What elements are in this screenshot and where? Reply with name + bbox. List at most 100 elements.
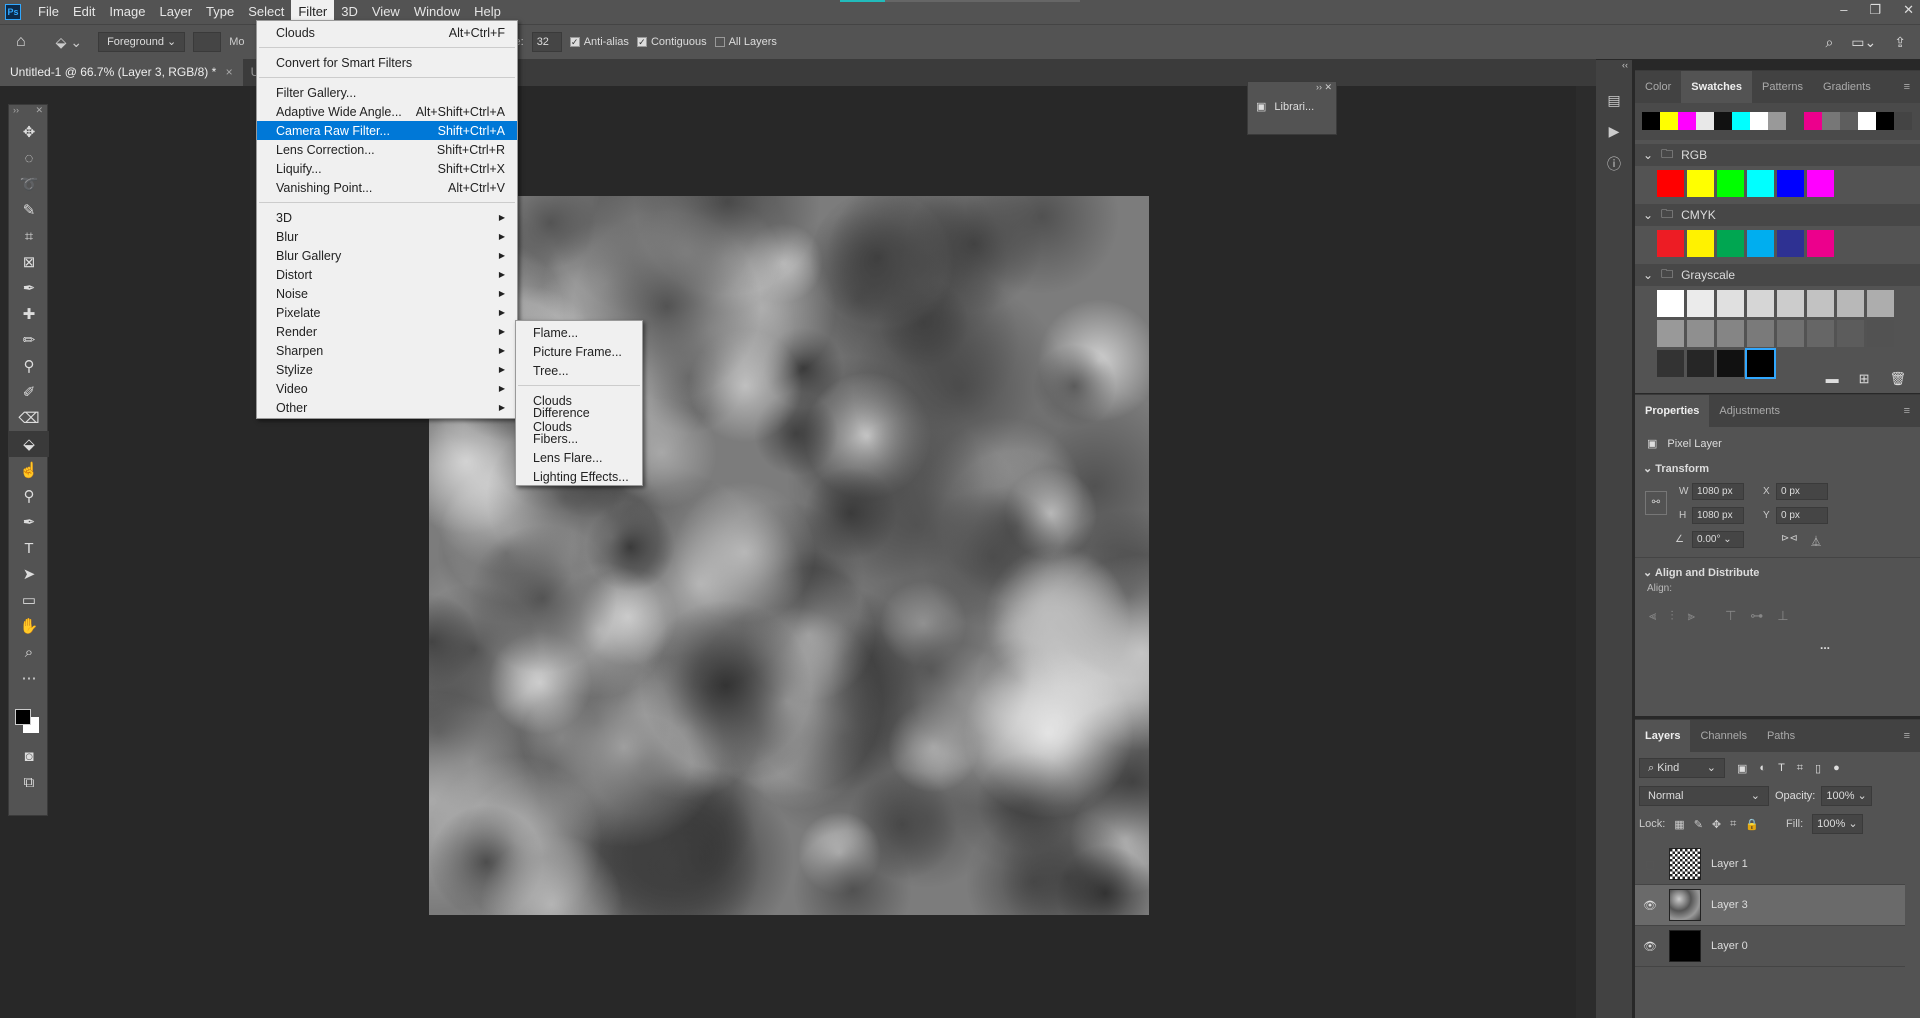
recent-swatch[interactable] bbox=[1786, 112, 1804, 130]
swatch[interactable] bbox=[1717, 320, 1744, 347]
filter-menu-item-sharpen[interactable]: Sharpen ▶ bbox=[257, 341, 517, 360]
libraries-button[interactable]: ▣ Librari... bbox=[1248, 96, 1336, 117]
angle-input[interactable]: 0.00° ⌄ bbox=[1692, 531, 1744, 548]
more-options-button[interactable]: ... bbox=[1635, 638, 1920, 652]
tab-layers[interactable]: Layers bbox=[1635, 720, 1691, 752]
canvas-scrollbar[interactable] bbox=[1576, 86, 1596, 1018]
swatch[interactable] bbox=[1717, 350, 1744, 377]
swatch-group-cmyk[interactable]: ⌄ 🗀 CMYK bbox=[1635, 204, 1920, 226]
smudge-tool-icon[interactable]: ☝ bbox=[9, 457, 49, 483]
filter-menu-item-other[interactable]: Other ▶ bbox=[257, 398, 517, 417]
recent-swatch[interactable] bbox=[1714, 112, 1732, 130]
swatch[interactable] bbox=[1657, 170, 1684, 197]
panel-menu-icon[interactable]: ≡ bbox=[1894, 71, 1920, 103]
more-tool-icon[interactable]: ⋯ bbox=[9, 665, 49, 691]
swatch[interactable] bbox=[1717, 290, 1744, 317]
swatch[interactable] bbox=[1687, 230, 1714, 257]
move-tool-icon[interactable]: ✥ bbox=[9, 119, 49, 145]
tolerance-input[interactable]: 32 bbox=[531, 32, 562, 52]
filter-menu-item-stylize[interactable]: Stylize ▶ bbox=[257, 360, 517, 379]
flip-horizontal-icon[interactable]: ⊳⊲ bbox=[1781, 533, 1798, 544]
all-layers-checkbox[interactable]: All Layers bbox=[714, 36, 777, 48]
filter-menu-item-render[interactable]: Render ▶ bbox=[257, 322, 517, 341]
recent-swatch[interactable] bbox=[1894, 112, 1912, 130]
swatch[interactable] bbox=[1867, 290, 1894, 317]
swatch[interactable] bbox=[1807, 290, 1834, 317]
lock-all-icon[interactable]: 🔒 bbox=[1745, 818, 1759, 831]
swatch[interactable] bbox=[1747, 320, 1774, 347]
anti-alias-checkbox[interactable]: ✓ Anti-alias bbox=[569, 36, 629, 48]
lock-position-icon[interactable]: ✥ bbox=[1712, 818, 1721, 831]
tab-patterns[interactable]: Patterns bbox=[1752, 71, 1813, 103]
panel-menu-icon[interactable]: ≡ bbox=[1894, 395, 1920, 427]
fill-input[interactable]: 100% ⌄ bbox=[1812, 814, 1863, 834]
menu-layer[interactable]: Layer bbox=[153, 0, 200, 24]
filter-menu-item-vanishing-point[interactable]: Vanishing Point... Alt+Ctrl+V bbox=[257, 178, 517, 197]
close-icon[interactable]: ✕ bbox=[1903, 2, 1914, 18]
filter-menu-item-camera-raw-filter[interactable]: Camera Raw Filter... Shift+Ctrl+A bbox=[257, 121, 517, 140]
delete-icon[interactable]: 🗑 bbox=[1889, 371, 1906, 387]
filter-toggle-icon[interactable]: ● bbox=[1833, 762, 1840, 774]
swatch[interactable] bbox=[1807, 170, 1834, 197]
filter-menu-item-lens-correction[interactable]: Lens Correction... Shift+Ctrl+R bbox=[257, 140, 517, 159]
history-icon[interactable]: ▤ bbox=[1596, 92, 1632, 109]
swatch[interactable] bbox=[1777, 290, 1804, 317]
rectangle-tool-icon[interactable]: ▭ bbox=[9, 587, 49, 613]
quick-mask-icon[interactable]: ◙ bbox=[9, 743, 49, 769]
info-icon[interactable]: ⓘ bbox=[1596, 154, 1632, 174]
lock-artboard-icon[interactable]: ⌗ bbox=[1730, 818, 1736, 831]
layer-row[interactable]: ▢ Layer 1 bbox=[1635, 844, 1905, 885]
align-center-icon[interactable]: ⫶ bbox=[1670, 608, 1673, 624]
layer-row[interactable]: 👁 Layer 0 bbox=[1635, 926, 1905, 967]
recent-swatch[interactable] bbox=[1750, 112, 1768, 130]
render-item-flame[interactable]: Flame... bbox=[516, 323, 642, 342]
lasso-tool-icon[interactable]: ➰ bbox=[9, 171, 49, 197]
align-bottom-icon[interactable]: ⊥ bbox=[1777, 608, 1788, 624]
document-canvas[interactable] bbox=[429, 196, 1149, 915]
tab-adjustments[interactable]: Adjustments bbox=[1709, 395, 1790, 427]
marquee-tool-icon[interactable]: ◌ bbox=[9, 145, 49, 171]
swatch[interactable] bbox=[1807, 320, 1834, 347]
eraser-tool-icon[interactable]: ⌫ bbox=[9, 405, 49, 431]
filter-menu-item-convert-for-smart-filters[interactable]: Convert for Smart Filters bbox=[257, 53, 517, 72]
document-tab[interactable]: Untitled-1 @ 66.7% (Layer 3, RGB/8) * × bbox=[0, 59, 243, 86]
tab-properties[interactable]: Properties bbox=[1635, 395, 1710, 427]
filter-menu-item-blur[interactable]: Blur ▶ bbox=[257, 227, 517, 246]
filter-menu-item-pixelate[interactable]: Pixelate ▶ bbox=[257, 303, 517, 322]
swatch[interactable] bbox=[1777, 230, 1804, 257]
filter-menu-item-distort[interactable]: Distort ▶ bbox=[257, 265, 517, 284]
link-icon[interactable]: ⚯ bbox=[1645, 491, 1667, 515]
swatch[interactable] bbox=[1687, 320, 1714, 347]
filter-smart-object-icon[interactable]: ▯ bbox=[1815, 762, 1821, 775]
menu-edit[interactable]: Edit bbox=[66, 0, 102, 24]
filter-menu-item-noise[interactable]: Noise ▶ bbox=[257, 284, 517, 303]
align-section[interactable]: ⌄ Align and Distribute bbox=[1635, 557, 1920, 583]
filter-menu-item-3d[interactable]: 3D ▶ bbox=[257, 208, 517, 227]
new-swatch-icon[interactable]: ⊞ bbox=[1859, 371, 1870, 387]
align-left-icon[interactable]: ⫷ bbox=[1649, 608, 1656, 624]
path-select-tool-icon[interactable]: ➤ bbox=[9, 561, 49, 587]
dodge-tool-icon[interactable]: ⚲ bbox=[9, 483, 49, 509]
align-top-icon[interactable]: ⊤ bbox=[1725, 608, 1736, 624]
swatch[interactable] bbox=[1747, 170, 1774, 197]
width-input[interactable]: 1080 px bbox=[1692, 483, 1744, 500]
lock-transparent-icon[interactable]: ▦ bbox=[1674, 818, 1684, 831]
filter-menu-item-filter-gallery[interactable]: Filter Gallery... bbox=[257, 83, 517, 102]
brush-tool-icon[interactable]: ✏ bbox=[9, 327, 49, 353]
swatch[interactable] bbox=[1717, 230, 1744, 257]
screen-mode-icon[interactable]: ⧉ bbox=[9, 769, 49, 795]
swatch[interactable] bbox=[1745, 348, 1776, 379]
close-tab-icon[interactable]: × bbox=[226, 65, 233, 79]
swatch[interactable] bbox=[1807, 230, 1834, 257]
workspace-icon[interactable]: ▭⌄ bbox=[1851, 34, 1876, 51]
healing-tool-icon[interactable]: ✚ bbox=[9, 301, 49, 327]
eyedropper-tool-icon[interactable]: ✒ bbox=[9, 275, 49, 301]
swatch[interactable] bbox=[1687, 290, 1714, 317]
swatch-group-rgb[interactable]: ⌄ 🗀 RGB bbox=[1635, 144, 1920, 166]
layer-row[interactable]: 👁 Layer 3 bbox=[1635, 885, 1905, 926]
filter-menu-item-liquify[interactable]: Liquify... Shift+Ctrl+X bbox=[257, 159, 517, 178]
render-item-difference-clouds[interactable]: Difference Clouds bbox=[516, 406, 642, 434]
pen-tool-icon[interactable]: ✒ bbox=[9, 509, 49, 535]
recent-swatch[interactable] bbox=[1768, 112, 1786, 130]
recent-swatch[interactable] bbox=[1678, 112, 1696, 130]
